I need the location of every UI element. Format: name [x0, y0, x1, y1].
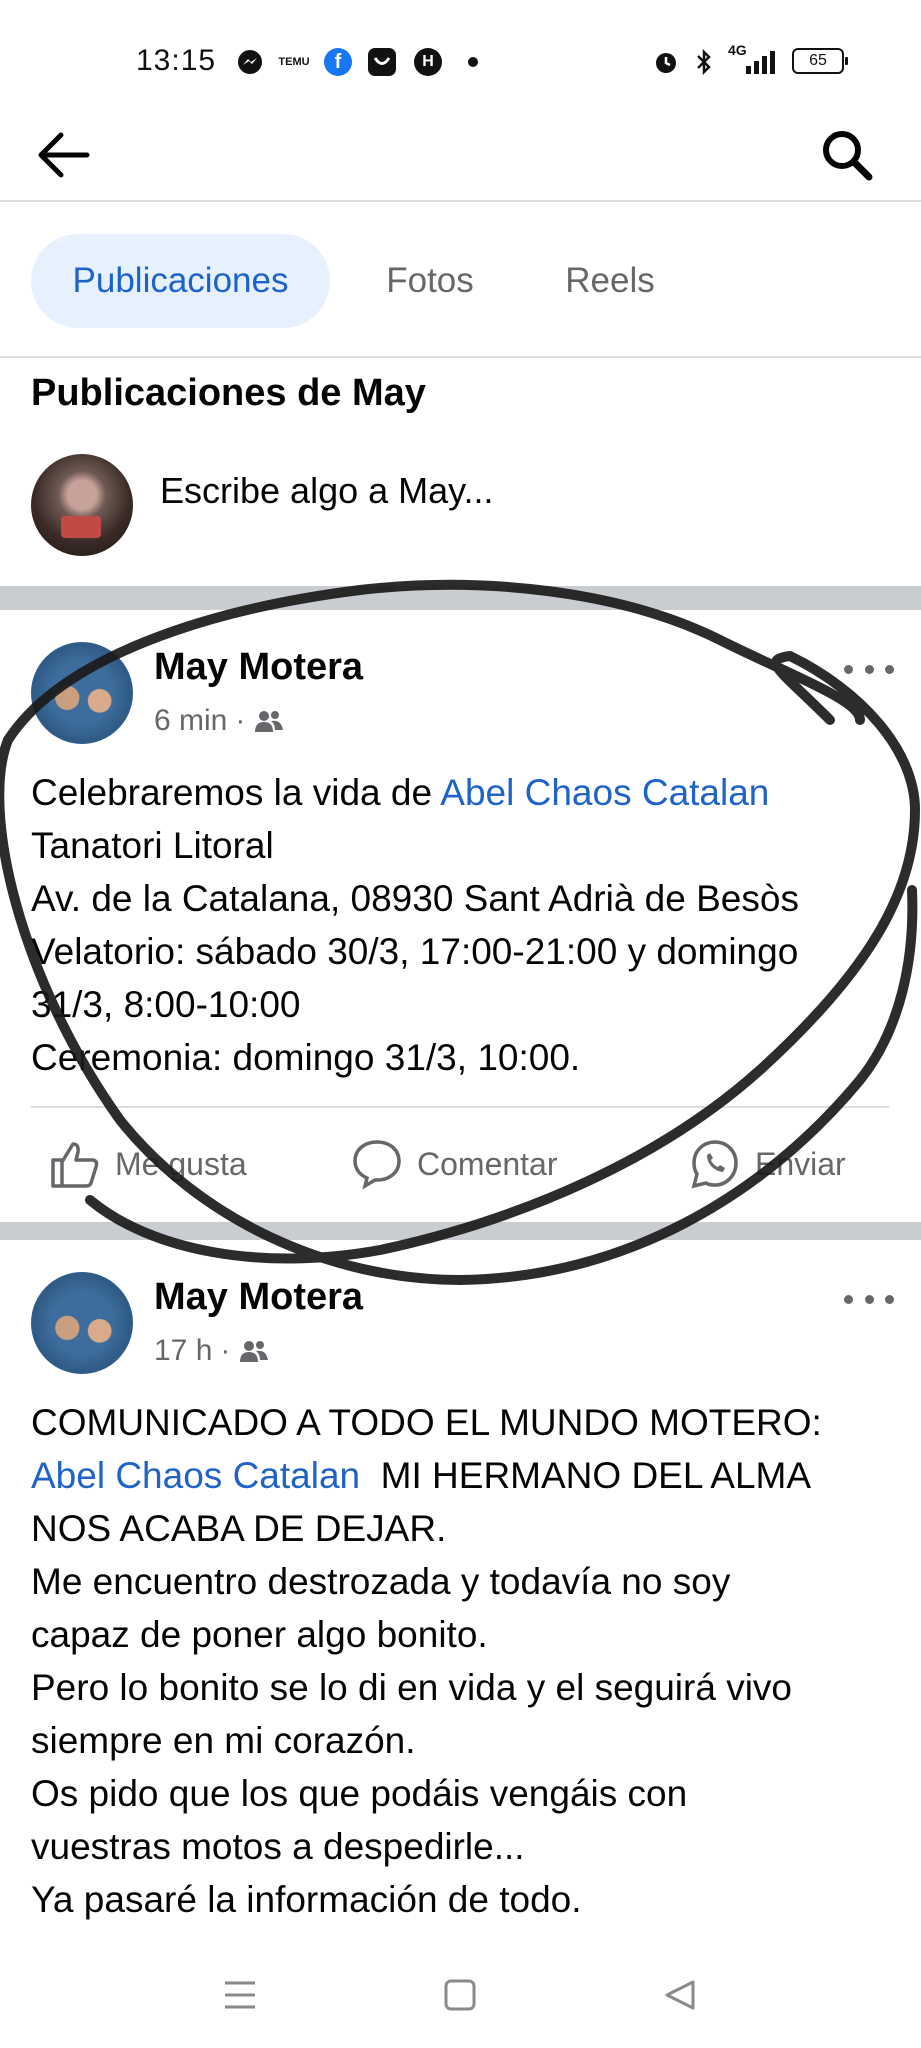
- recent-apps-button[interactable]: [210, 1970, 270, 2020]
- thumbs-up-icon: [51, 1142, 99, 1188]
- send-button[interactable]: Enviar: [689, 1132, 846, 1196]
- messenger-icon: [236, 48, 264, 76]
- friends-icon: [240, 1341, 269, 1362]
- home-button[interactable]: [430, 1970, 490, 2020]
- post-body: COMUNICADO A TODO EL MUNDO MOTERO: Abel …: [31, 1396, 901, 1926]
- comment-bubble-icon: [353, 1140, 401, 1190]
- post-line: siempre en mi corazón.: [31, 1720, 416, 1761]
- post-options-button[interactable]: [844, 654, 894, 684]
- post-options-button[interactable]: [844, 1284, 894, 1314]
- section-divider: [0, 586, 921, 610]
- post-actions: Me gusta Comentar Enviar: [31, 1106, 889, 1224]
- post-line: Av. de la Catalana, 08930 Sant Adrià de …: [31, 878, 799, 919]
- profile-tabs: Publicaciones Fotos Reels: [0, 202, 921, 358]
- comment-button[interactable]: Comentar: [351, 1132, 558, 1196]
- home-square-icon: [444, 1979, 476, 2011]
- temu-icon: TEMU: [278, 55, 310, 68]
- author-avatar[interactable]: [31, 1272, 133, 1374]
- like-label: Me gusta: [115, 1145, 247, 1182]
- post-author[interactable]: May Motera: [154, 646, 363, 689]
- friends-icon: [255, 711, 284, 732]
- back-button[interactable]: [28, 120, 98, 190]
- post-line: 31/3, 8:00-10:00: [31, 984, 301, 1025]
- post-meta: 17 h ·: [154, 1334, 270, 1368]
- mention-link[interactable]: Abel Chaos Catalan: [31, 1455, 360, 1496]
- post-card: May Motera 17 h · COMUNICADO A TODO EL M…: [0, 1240, 921, 1940]
- tab-publicaciones[interactable]: Publicaciones: [31, 234, 330, 328]
- user-avatar[interactable]: [31, 454, 133, 556]
- post-line: capaz de poner algo bonito.: [31, 1614, 488, 1655]
- meta-separator: ·: [220, 1334, 231, 1367]
- post-body: Celebraremos la vida de Abel Chaos Catal…: [31, 766, 901, 1084]
- signal-icon: [740, 48, 780, 76]
- post-card: May Motera 6 min · Celebraremos la vida …: [0, 610, 921, 1210]
- post-line: Abel Chaos Catalan MI HERMANO DEL ALMA: [31, 1455, 812, 1496]
- post-line: COMUNICADO A TODO EL MUNDO MOTERO:: [31, 1402, 822, 1443]
- post-line: Me encuentro destrozada y todavía no soy: [31, 1561, 731, 1602]
- status-bar: 13:15 TEMU f H 4G 65: [0, 0, 921, 120]
- battery-indicator: 65: [792, 48, 848, 74]
- system-back-button[interactable]: [650, 1970, 710, 2020]
- alarm-icon: [652, 48, 680, 76]
- back-triangle-icon: [665, 1980, 695, 2010]
- bluetooth-icon: [690, 48, 718, 76]
- app-icon: [368, 48, 396, 76]
- like-button[interactable]: Me gusta: [49, 1132, 247, 1196]
- section-title: Publicaciones de May: [31, 372, 426, 414]
- post-divider: [0, 1222, 921, 1240]
- search-icon: [823, 131, 873, 181]
- post-time[interactable]: 6 min: [154, 704, 227, 738]
- more-notifications-dot: [468, 57, 478, 67]
- status-time: 13:15: [136, 44, 217, 77]
- post-line: vuestras motos a despedirle...: [31, 1826, 525, 1867]
- menu-lines-icon: [225, 1981, 255, 2009]
- comment-label: Comentar: [417, 1145, 558, 1182]
- post-line: Ya pasaré la información de todo.: [31, 1879, 582, 1920]
- compose-box[interactable]: Escribe algo a May...: [0, 440, 921, 570]
- tab-reels[interactable]: Reels: [540, 234, 680, 328]
- search-button[interactable]: [812, 120, 882, 190]
- author-avatar[interactable]: [31, 642, 133, 744]
- post-line: Pero lo bonito se lo di en vida y el seg…: [31, 1667, 792, 1708]
- meta-separator: ·: [235, 704, 246, 737]
- send-label: Enviar: [755, 1145, 846, 1182]
- post-meta: 6 min ·: [154, 704, 285, 738]
- post-line: Os pido que los que podáis vengáis con: [31, 1773, 688, 1814]
- arrow-left-icon: [38, 132, 90, 178]
- post-line: Celebraremos la vida de Abel Chaos Catal…: [31, 772, 770, 813]
- tab-fotos[interactable]: Fotos: [360, 234, 500, 328]
- post-time[interactable]: 17 h: [154, 1334, 212, 1368]
- post-line: Tanatori Litoral: [31, 825, 274, 866]
- top-app-bar: [0, 110, 921, 202]
- post-line: Velatorio: sábado 30/3, 17:00-21:00 y do…: [31, 931, 799, 972]
- post-author[interactable]: May Motera: [154, 1276, 363, 1319]
- facebook-icon: f: [324, 48, 352, 76]
- whatsapp-icon: [691, 1140, 738, 1189]
- h-app-icon: H: [414, 48, 442, 76]
- system-nav-bar: [0, 1940, 921, 2048]
- post-line: Ceremonia: domingo 31/3, 10:00.: [31, 1037, 581, 1078]
- mention-link[interactable]: Abel Chaos Catalan: [440, 772, 769, 813]
- post-line: NOS ACABA DE DEJAR.: [31, 1508, 447, 1549]
- compose-input[interactable]: Escribe algo a May...: [160, 470, 493, 512]
